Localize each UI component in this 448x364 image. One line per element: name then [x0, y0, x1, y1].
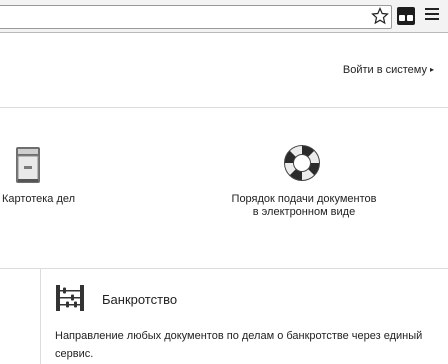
abacus-icon — [56, 285, 84, 311]
lifebuoy-icon[interactable] — [282, 143, 322, 183]
login-label: Войти в систему — [342, 64, 427, 76]
divider — [0, 107, 448, 108]
extension-icon[interactable] — [397, 7, 415, 25]
section-description: Направление любых документов по делам о … — [55, 330, 423, 360]
case-file-link[interactable]: Картотека дел — [0, 193, 80, 206]
address-bar[interactable] — [0, 5, 392, 29]
browser-toolbar — [0, 0, 448, 33]
browser-menu-icon[interactable] — [425, 8, 439, 22]
bookmark-star-icon[interactable] — [371, 7, 389, 25]
file-cabinet-icon[interactable] — [15, 146, 41, 184]
submission-order-link[interactable]: Порядок подачи документов в электронном … — [228, 193, 380, 219]
divider — [0, 268, 448, 269]
vertical-divider — [40, 269, 41, 364]
login-link[interactable]: Войти в систему ▸ — [343, 64, 434, 76]
triangle-right-icon: ▸ — [429, 65, 434, 74]
section-title[interactable]: Банкротство — [102, 292, 177, 307]
